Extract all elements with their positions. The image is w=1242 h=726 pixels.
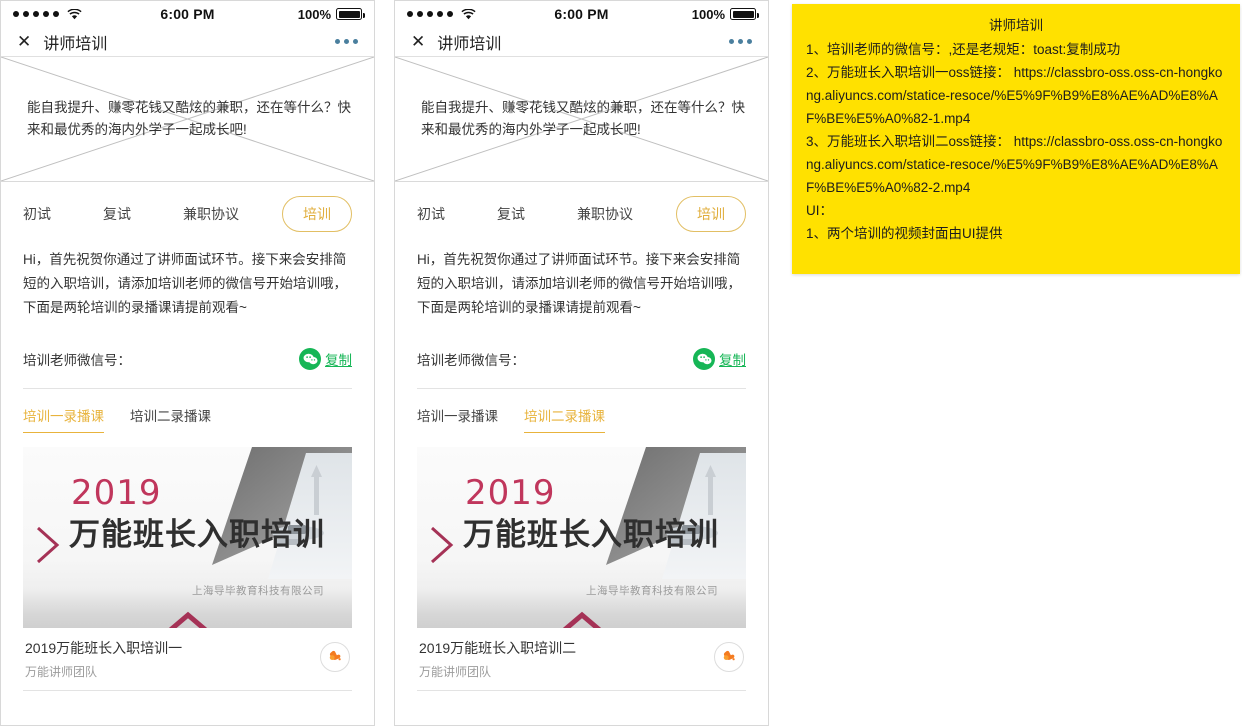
- wechat-row: 培训老师微信号： 复制: [395, 320, 768, 370]
- chevron-up-icon: [168, 611, 207, 628]
- wechat-row: 培训老师微信号： 复制: [1, 320, 374, 370]
- note-line: 1、两个培训的视频封面由UI提供: [806, 226, 1003, 241]
- thumbnail-year: 2019: [465, 473, 556, 513]
- thumbnail-title: 万能班长入职培训: [69, 517, 325, 552]
- screenshot-canvas: 6:00 PM 100% ✕ 讲师培训 能自我提升、赚零花钱又酷炫的兼职，还在等…: [0, 0, 1242, 726]
- brand-hand-logo-icon: [714, 642, 744, 672]
- page-title: 讲师培训: [437, 35, 502, 53]
- video-thumbnail[interactable]: 2019 万能班长入职培训 上海导毕教育科技有限公司: [417, 447, 746, 628]
- step-tabs: 初试 复试 兼职协议 培训: [1, 182, 374, 246]
- nav-bar: ✕ 讲师培训: [1, 27, 374, 57]
- intro-paragraph: Hi，首先祝贺你通过了讲师面试环节。接下来会安排简短的入职培训，请添加培训老师的…: [417, 252, 741, 315]
- status-bar-time: 6:00 PM: [160, 6, 215, 22]
- step-tab-fushi[interactable]: 复试: [497, 204, 525, 224]
- banner-text: 能自我提升、赚零花钱又酷炫的兼职，还在等什么？快来和最优秀的海内外学子一起成长吧…: [27, 100, 351, 137]
- copy-wechat-button[interactable]: 复制: [719, 349, 746, 369]
- wechat-label: 培训老师微信号：: [417, 353, 525, 368]
- video-meta-texts: 2019万能班长入职培训二 万能讲师团队: [419, 638, 714, 680]
- thumbnail-watermark: 上海导毕教育科技有限公司: [192, 585, 324, 597]
- note-title: 讲师培训: [989, 18, 1043, 33]
- video-meta-texts: 2019万能班长入职培训一 万能讲师团队: [25, 638, 320, 680]
- video-meta: 2019万能班长入职培训二 万能讲师团队: [417, 628, 746, 690]
- step-tab-peixun[interactable]: 培训: [676, 196, 746, 232]
- video-author: 万能讲师团队: [25, 665, 98, 679]
- more-horizontal-icon[interactable]: [729, 39, 752, 44]
- video-tabs: 培训一录播课 培训二录播课: [1, 389, 374, 433]
- video-meta: 2019万能班长入职培训一 万能讲师团队: [23, 628, 352, 690]
- video-thumbnail[interactable]: 2019 万能班长入职培训 上海导毕教育科技有限公司: [23, 447, 352, 628]
- chevron-right-icon: [430, 526, 454, 564]
- step-tab-fushi[interactable]: 复试: [103, 204, 131, 224]
- video-tab-1[interactable]: 培训一录播课: [23, 405, 104, 433]
- video-card[interactable]: 2019 万能班长入职培训 上海导毕教育科技有限公司 2019万能班长入职培训一…: [23, 447, 352, 691]
- video-tabs: 培训一录播课 培训二录播课: [395, 389, 768, 433]
- video-author: 万能讲师团队: [419, 665, 492, 679]
- status-bar: 6:00 PM 100%: [395, 1, 768, 27]
- step-tab-chushi[interactable]: 初试: [417, 204, 445, 224]
- video-card[interactable]: 2019 万能班长入职培训 上海导毕教育科技有限公司 2019万能班长入职培训二…: [417, 447, 746, 691]
- video-title: 2019万能班长入职培训一: [25, 640, 183, 656]
- video-tab-2[interactable]: 培训二录播课: [524, 405, 605, 433]
- intro-paragraph: Hi，首先祝贺你通过了讲师面试环节。接下来会安排简短的入职培训，请添加培训老师的…: [23, 252, 347, 315]
- wechat-icon: [693, 348, 715, 370]
- step-tab-peixun[interactable]: 培训: [282, 196, 352, 232]
- close-icon[interactable]: ✕: [411, 33, 425, 50]
- phone-mockup-2: 6:00 PM 100% ✕ 讲师培训 能自我提升、赚零花钱又酷炫的兼职，还在等…: [394, 0, 769, 726]
- annotation-note: 讲师培训 1、培训老师的微信号：,还是老规矩：toast:复制成功 2、万能班长…: [792, 4, 1240, 274]
- battery-full-icon: [336, 8, 365, 20]
- close-icon[interactable]: ✕: [17, 33, 31, 50]
- page-title: 讲师培训: [43, 35, 108, 53]
- wechat-label: 培训老师微信号：: [23, 353, 131, 368]
- video-tab-1[interactable]: 培训一录播课: [417, 405, 498, 433]
- nav-bar: ✕ 讲师培训: [395, 27, 768, 57]
- video-title: 2019万能班长入职培训二: [419, 640, 577, 656]
- step-tab-jianzhixieyi[interactable]: 兼职协议: [577, 204, 633, 224]
- thumbnail-watermark: 上海导毕教育科技有限公司: [586, 585, 718, 597]
- step-tabs: 初试 复试 兼职协议 培训: [395, 182, 768, 246]
- step-tab-jianzhixieyi[interactable]: 兼职协议: [183, 204, 239, 224]
- banner-image-placeholder: 能自我提升、赚零花钱又酷炫的兼职，还在等什么？快来和最优秀的海内外学子一起成长吧…: [1, 57, 374, 182]
- status-bar-time: 6:00 PM: [554, 6, 609, 22]
- thumbnail-title: 万能班长入职培训: [463, 517, 719, 552]
- wechat-copy-group[interactable]: 复制: [693, 348, 746, 370]
- note-line: 3、万能班长入职培训二oss链接： https://classbro-oss.o…: [806, 134, 1223, 195]
- note-line: 1、培训老师的微信号：,还是老规矩：toast:复制成功: [806, 42, 1121, 57]
- note-line: 2、万能班长入职培训一oss链接： https://classbro-oss.o…: [806, 65, 1223, 126]
- status-bar: 6:00 PM 100%: [1, 1, 374, 27]
- more-horizontal-icon[interactable]: [335, 39, 358, 44]
- brand-hand-logo-icon: [320, 642, 350, 672]
- banner-image-placeholder: 能自我提升、赚零花钱又酷炫的兼职，还在等什么？快来和最优秀的海内外学子一起成长吧…: [395, 57, 768, 182]
- step-tab-chushi[interactable]: 初试: [23, 204, 51, 224]
- banner-text: 能自我提升、赚零花钱又酷炫的兼职，还在等什么？快来和最优秀的海内外学子一起成长吧…: [421, 100, 745, 137]
- note-line: UI：: [806, 203, 833, 218]
- chevron-up-icon: [562, 611, 601, 628]
- video-tab-2[interactable]: 培训二录播课: [130, 405, 211, 433]
- phone-mockup-1: 6:00 PM 100% ✕ 讲师培训 能自我提升、赚零花钱又酷炫的兼职，还在等…: [0, 0, 375, 726]
- copy-wechat-button[interactable]: 复制: [325, 349, 352, 369]
- battery-full-icon: [730, 8, 759, 20]
- wechat-copy-group[interactable]: 复制: [299, 348, 352, 370]
- wechat-icon: [299, 348, 321, 370]
- chevron-right-icon: [36, 526, 60, 564]
- thumbnail-year: 2019: [71, 473, 162, 513]
